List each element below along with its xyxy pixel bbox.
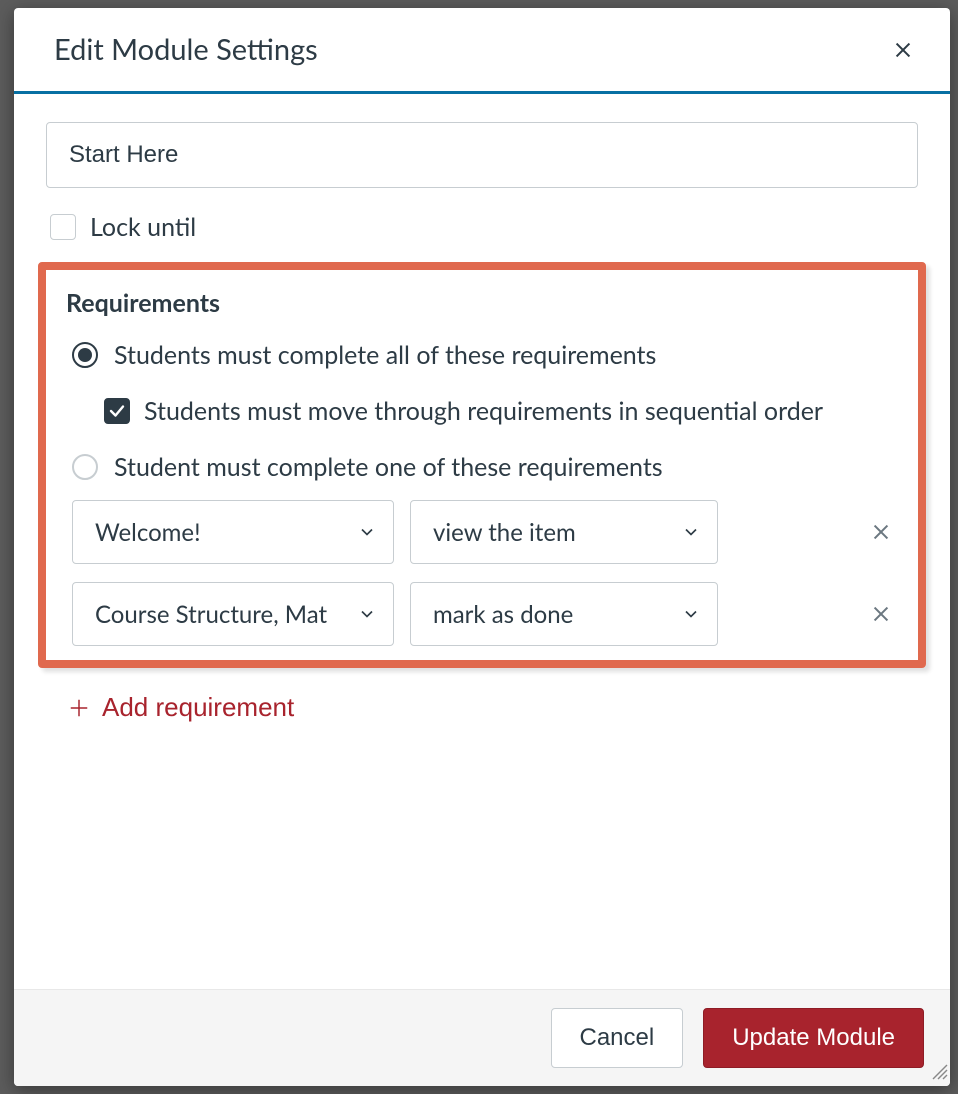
requirements-highlight: Requirements Students must complete all … — [38, 262, 926, 668]
requirement-item-select[interactable]: Welcome! — [72, 500, 394, 564]
requirement-option-all[interactable]: Students must complete all of these requ… — [66, 340, 898, 370]
select-value: view the item — [433, 518, 576, 547]
sequential-order-label: Students must move through requirements … — [144, 396, 823, 426]
remove-requirement-button[interactable] — [864, 597, 898, 631]
resize-grip-icon[interactable] — [930, 1062, 948, 1084]
add-requirement-button[interactable]: Add requirement — [68, 692, 294, 723]
requirement-item-select[interactable]: Course Structure, Mat — [72, 582, 394, 646]
sequential-order-checkbox[interactable] — [104, 398, 130, 424]
module-name-input[interactable] — [46, 122, 918, 188]
close-button[interactable] — [886, 33, 920, 67]
chevron-down-icon — [681, 522, 701, 542]
select-value: mark as done — [433, 600, 573, 629]
select-value: Course Structure, Mat — [95, 600, 327, 629]
modal-body: Lock until Requirements Students must co… — [14, 91, 950, 989]
lock-until-checkbox[interactable] — [50, 214, 76, 240]
radio-all[interactable] — [72, 342, 98, 368]
add-requirement-label: Add requirement — [102, 692, 294, 723]
radio-one[interactable] — [72, 454, 98, 480]
select-value: Welcome! — [95, 518, 201, 547]
update-module-button[interactable]: Update Module — [703, 1008, 924, 1068]
requirement-row: Welcome! view the item — [66, 500, 898, 564]
plus-icon — [68, 697, 90, 719]
chevron-down-icon — [357, 604, 377, 624]
requirement-row: Course Structure, Mat mark as done — [66, 582, 898, 646]
close-icon — [870, 603, 892, 625]
radio-one-label: Student must complete one of these requi… — [114, 452, 663, 482]
close-icon — [892, 39, 914, 61]
lock-until-row[interactable]: Lock until — [46, 212, 918, 242]
check-icon — [108, 402, 126, 420]
chevron-down-icon — [357, 522, 377, 542]
remove-requirement-button[interactable] — [864, 515, 898, 549]
modal-footer: Cancel Update Module — [14, 989, 950, 1086]
radio-all-label: Students must complete all of these requ… — [114, 340, 656, 370]
cancel-button[interactable]: Cancel — [551, 1008, 684, 1068]
sequential-order-row[interactable]: Students must move through requirements … — [66, 396, 898, 426]
chevron-down-icon — [681, 604, 701, 624]
edit-module-settings-modal: Edit Module Settings Lock until Requirem… — [14, 8, 950, 1086]
requirement-option-one[interactable]: Student must complete one of these requi… — [66, 452, 898, 482]
modal-header: Edit Module Settings — [14, 8, 950, 91]
requirement-action-select[interactable]: view the item — [410, 500, 718, 564]
requirements-heading: Requirements — [66, 288, 898, 318]
modal-title: Edit Module Settings — [54, 32, 318, 67]
requirement-action-select[interactable]: mark as done — [410, 582, 718, 646]
lock-until-label: Lock until — [90, 212, 196, 242]
close-icon — [870, 521, 892, 543]
